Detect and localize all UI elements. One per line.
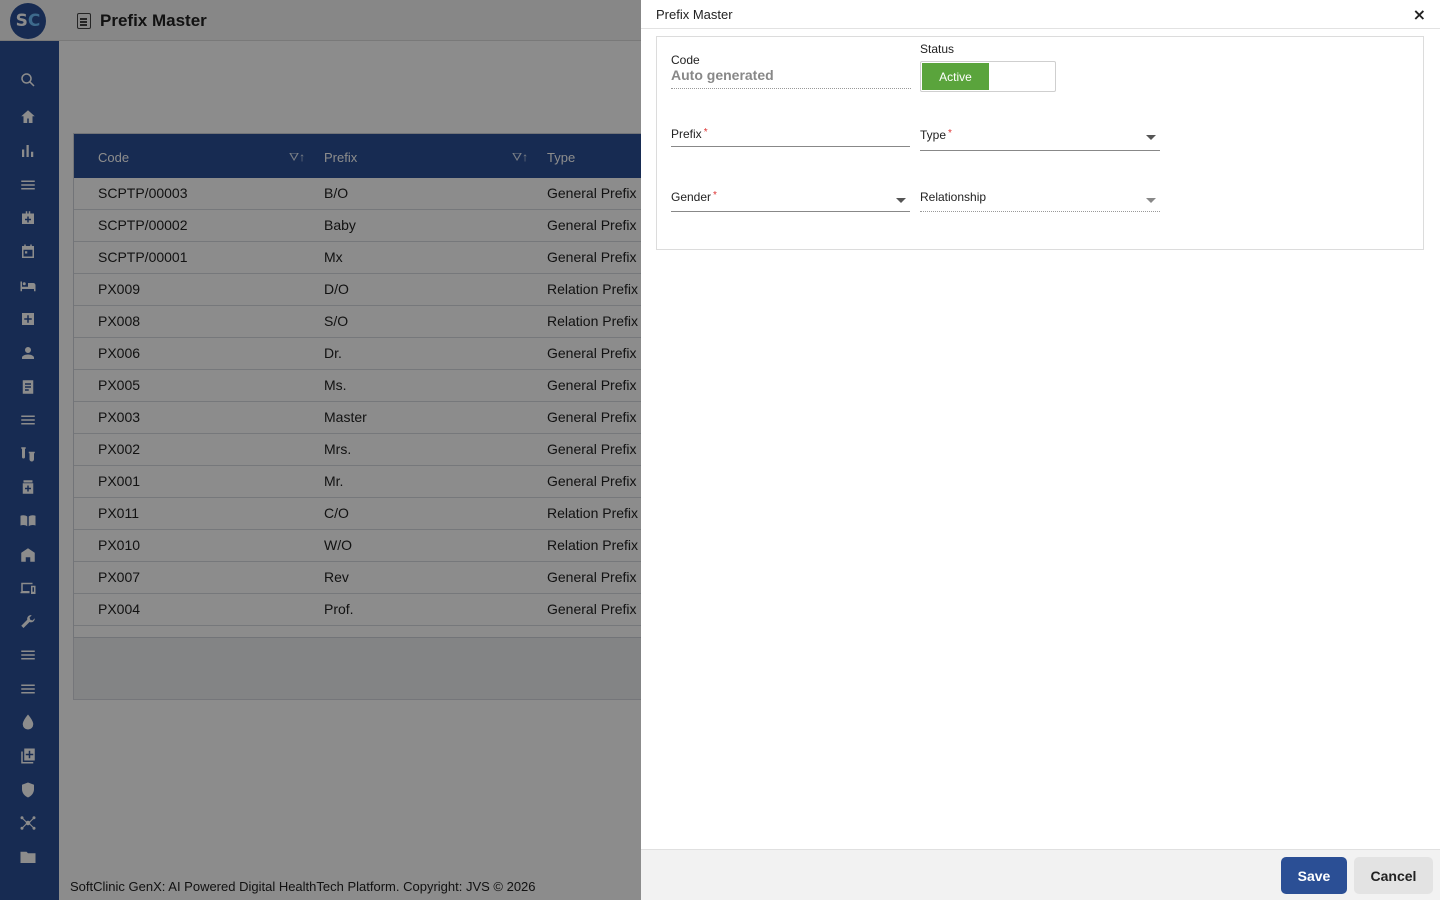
cancel-button[interactable]: Cancel [1354,857,1433,894]
code-field: Auto generated [671,67,911,89]
relationship-select[interactable] [920,187,1160,212]
code-label: Code [671,53,700,67]
status-toggle[interactable]: Active [920,61,1056,92]
save-button[interactable]: Save [1281,857,1347,894]
status-active-option[interactable]: Active [922,63,989,90]
prefix-form: Code Auto generated Status Active Prefix… [656,36,1424,250]
chevron-down-icon[interactable] [1146,198,1156,203]
gender-select[interactable] [671,187,910,212]
type-select[interactable] [920,127,1160,151]
dialog-title: Prefix Master [656,7,733,22]
prefix-master-dialog: Prefix Master × Code Auto generated Stat… [641,0,1440,900]
dialog-footer: Save Cancel [641,849,1440,900]
chevron-down-icon[interactable] [896,198,906,203]
status-label: Status [920,42,955,56]
chevron-down-icon[interactable] [1146,135,1156,140]
close-icon[interactable]: × [1413,5,1426,24]
prefix-input[interactable] [671,127,910,147]
dialog-header: Prefix Master × [641,0,1440,29]
